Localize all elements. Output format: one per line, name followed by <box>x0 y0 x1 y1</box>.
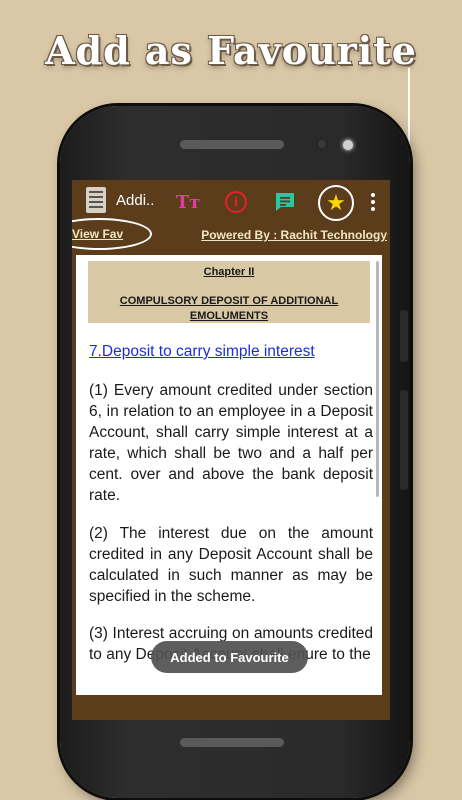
more-dots <box>371 200 375 204</box>
font-size-icon[interactable]: Tт <box>176 190 201 214</box>
chapter-header: Chapter II COMPULSORY DEPOSIT OF ADDITIO… <box>88 261 370 323</box>
app-screen: Addi.. Tт i ★ View Fav Powered By : Rach… <box>72 180 390 720</box>
view-fav-link[interactable]: View Fav <box>72 227 123 241</box>
chapter-title: COMPULSORY DEPOSIT OF ADDITIONAL EMOLUME… <box>119 295 339 322</box>
headline: Add as Favourite <box>45 28 417 73</box>
chat-icon-svg <box>276 193 294 211</box>
paragraph: (2) The interest due on the amount credi… <box>89 525 373 605</box>
info-icon-glyph: i <box>225 191 247 213</box>
chapter-number: Chapter II <box>203 266 255 278</box>
phone-sensor <box>343 140 353 150</box>
favourite-star-button[interactable]: ★ <box>318 185 354 221</box>
section-link[interactable]: 7.Deposit to carry simple interest <box>89 343 315 361</box>
toast-message: Added to Favourite <box>151 641 308 673</box>
phone-camera <box>316 138 328 150</box>
phone-side-button <box>400 390 408 490</box>
chat-icon[interactable] <box>273 190 297 214</box>
more-vert-icon[interactable] <box>361 190 385 214</box>
app-toolbar: Addi.. Tт i ★ <box>72 180 390 224</box>
phone-speaker <box>180 140 284 149</box>
phone-side-button <box>400 310 408 362</box>
powered-by-link[interactable]: Powered By : Rachit Technology <box>201 228 387 242</box>
star-icon: ★ <box>326 190 346 215</box>
content-pane[interactable]: Chapter II COMPULSORY DEPOSIT OF ADDITIO… <box>76 255 382 695</box>
scrollbar[interactable] <box>376 261 379 497</box>
phone-bottom-speaker <box>180 738 284 747</box>
paragraph: (1) Every amount credited under section … <box>89 382 373 504</box>
app-logo-icon <box>86 187 106 213</box>
info-icon[interactable]: i <box>224 190 248 214</box>
app-title: Addi.. <box>116 192 155 209</box>
link-bar: View Fav Powered By : Rachit Technology <box>72 218 390 250</box>
bottom-bar <box>72 695 390 720</box>
